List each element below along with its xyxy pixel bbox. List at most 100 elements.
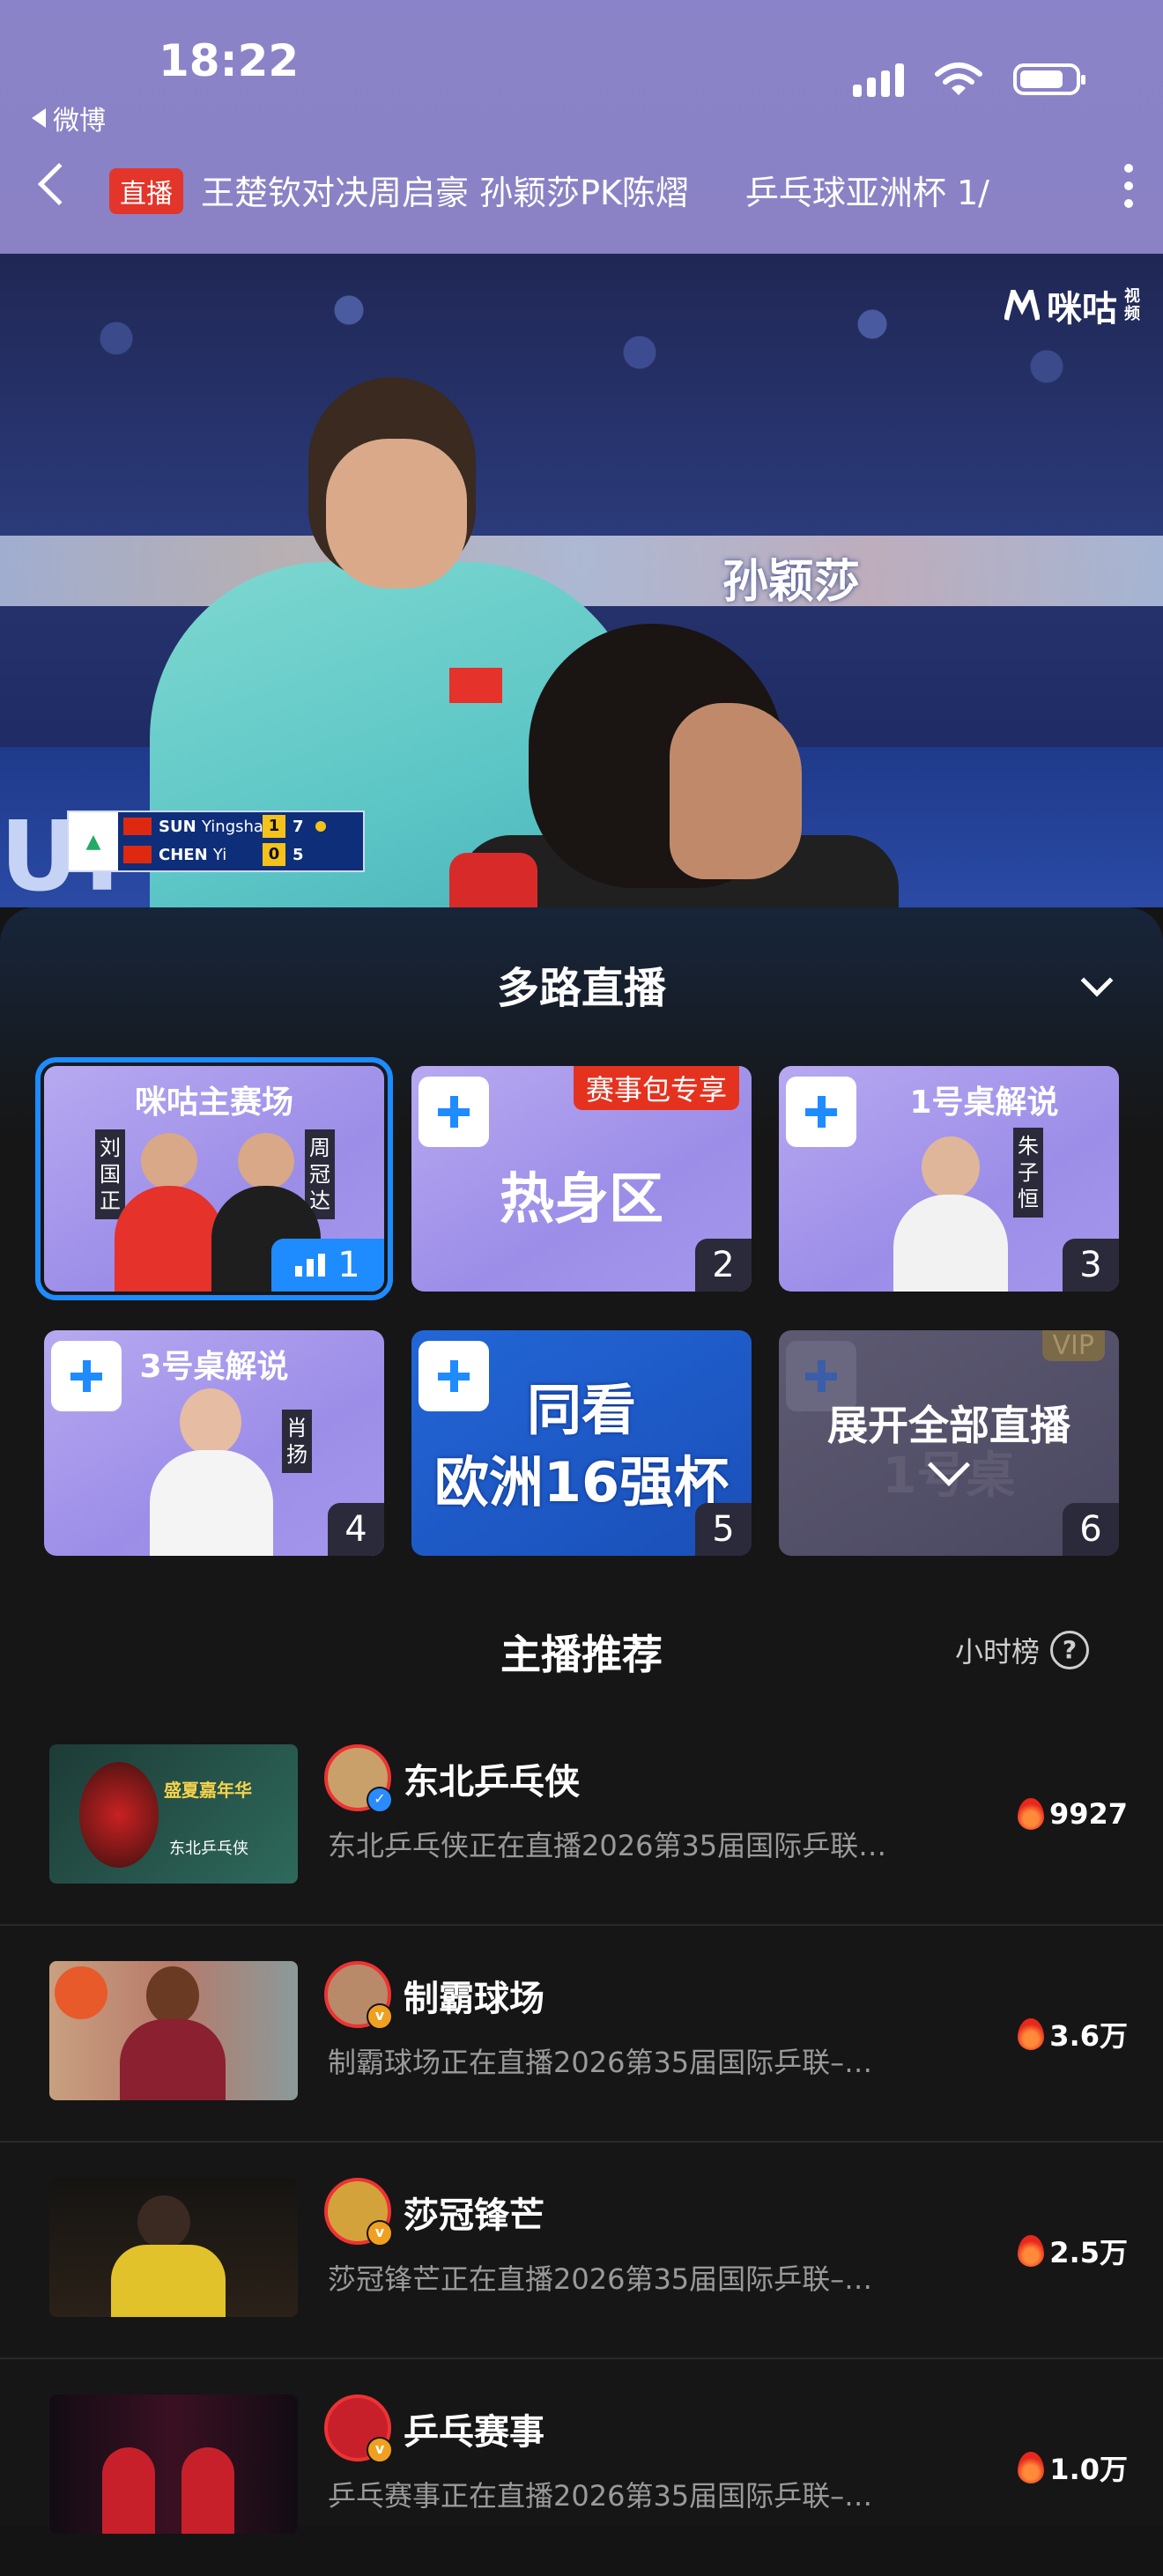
player-surname: SUN: [159, 817, 196, 836]
title-next-text: 乒乓球亚洲杯 1/: [744, 174, 989, 212]
card-title: 同看 欧洲16强杯: [411, 1374, 752, 1519]
channel-number: 6: [1063, 1503, 1119, 1556]
hourly-rank-link[interactable]: 小时榜 ?: [955, 1630, 1090, 1670]
live-channel-card-3[interactable]: 1号桌解说 朱子恒 3: [779, 1066, 1119, 1292]
cellular-signal-icon: [853, 62, 904, 97]
flame-icon: [1018, 2235, 1045, 2267]
thumbnail-subtitle: 东北乒乓侠: [169, 1839, 248, 1858]
scoreboard-row: CHEN Yi 0 5: [118, 840, 363, 869]
expand-all-live-card[interactable]: VIP 1号桌 展开全部直播 6: [779, 1330, 1119, 1556]
stream-thumbnail: [49, 2178, 298, 2317]
china-flag-icon: [123, 818, 152, 835]
sheet-title: 多路直播: [496, 964, 666, 1013]
flame-icon: [1018, 2452, 1045, 2483]
verified-badge-icon: ✓: [367, 1787, 393, 1813]
stream-description: 莎冠锋芒正在直播2026第35届国际乒联–…: [328, 2262, 873, 2296]
avatar: v: [324, 2178, 393, 2247]
commentator-name: 朱子恒: [1013, 1128, 1043, 1218]
heat-value: 2.5万: [1049, 2236, 1128, 2269]
back-to-app-link[interactable]: 微博: [32, 99, 106, 137]
add-plus-icon[interactable]: [419, 1077, 489, 1147]
watermark-text: 咪咕: [1047, 289, 1117, 329]
points: 7: [293, 817, 304, 836]
help-icon[interactable]: ?: [1050, 1631, 1090, 1669]
fan-banner-text: 孙颖莎: [722, 556, 861, 609]
heat-value: 9927: [1048, 1797, 1128, 1831]
channel-number: 2: [695, 1239, 752, 1292]
v-badge-icon: v: [367, 2003, 393, 2030]
heat-count: 9927: [1017, 1797, 1128, 1831]
thumbnail-title: 盛夏嘉年华: [164, 1780, 252, 1801]
stream-description: 制霸球场正在直播2026第35届国际乒联–…: [328, 2046, 873, 2079]
serve-indicator-icon: [315, 821, 326, 832]
flame-icon: [1018, 2018, 1045, 2050]
v-badge-icon: v: [367, 2437, 393, 2463]
playing-bars-icon: [295, 1254, 326, 1277]
live-channel-card-1[interactable]: 咪咕主赛场 刘国正 周冠达 1: [35, 1057, 393, 1300]
wifi-icon: [935, 63, 982, 95]
back-app-label: 微博: [53, 106, 106, 137]
stream-thumbnail: 盛夏嘉年华 东北乒乓侠: [49, 1744, 298, 1884]
scoreboard-row: SUN Yingsha 1 7: [118, 812, 363, 840]
card-title: 热身区: [499, 1166, 663, 1231]
games-won: 1: [263, 815, 285, 838]
commentator-photo: [893, 1136, 1008, 1292]
commentator-photo: [150, 1388, 273, 1556]
more-options-icon[interactable]: [1124, 164, 1133, 208]
heat-value: 3.6万: [1049, 2019, 1128, 2053]
heat-value: 1.0万: [1049, 2453, 1128, 2486]
streamer-list-item[interactable]: v 莎冠锋芒 莎冠锋芒正在直播2026第35届国际乒联–… 2.5万: [0, 2143, 1163, 2359]
avatar: v: [324, 2395, 393, 2463]
live-badge: 直播: [109, 168, 183, 214]
live-channel-card-5[interactable]: 同看 欧洲16强杯 5: [411, 1330, 752, 1556]
status-time: 18:22: [159, 35, 300, 86]
player-surname: CHEN: [159, 845, 208, 864]
card-label: 3号桌解说: [139, 1349, 289, 1385]
live-channel-card-2[interactable]: 赛事包专享 热身区 2: [411, 1066, 752, 1292]
streamer-list-item[interactable]: 盛夏嘉年华 东北乒乓侠 ✓ 东北乒乓侠 东北乒乓侠正在直播2026第35届国际乒…: [0, 1709, 1163, 1926]
battery-icon: [1013, 63, 1085, 95]
tournament-logo-icon: ▲: [69, 812, 118, 870]
streamer-list-item[interactable]: v 乒乓赛事 乒乓赛事正在直播2026第35届国际乒联–… 1.0万: [0, 2359, 1163, 2576]
streamer-name: 制霸球场: [404, 1979, 544, 2019]
title-text: 王楚钦对决周启豪 孙颖莎PK陈熠: [201, 174, 689, 212]
page-title: 王楚钦对决周启豪 孙颖莎PK陈熠 乒乓球亚洲杯 1/: [201, 166, 1056, 214]
china-flag-icon: [123, 846, 152, 863]
live-video-player[interactable]: 孙颖莎 UP BY WINDO 咪咕 视频 ▲ SUN Yingsha 1 7 …: [0, 254, 1163, 907]
migu-watermark: 咪咕 视频: [1004, 280, 1142, 331]
status-icons: [853, 62, 1085, 97]
streamer-name: 乒乓赛事: [404, 2412, 544, 2453]
migu-logo-icon: [1004, 290, 1040, 321]
live-channel-card-4[interactable]: 3号桌解说 肖扬 4: [44, 1330, 384, 1556]
stream-thumbnail: [49, 1961, 298, 2100]
exclusive-tag: 赛事包专享: [573, 1066, 739, 1110]
card-label: 1号桌解说: [909, 1084, 1059, 1121]
card-label: 咪咕主赛场: [134, 1084, 293, 1121]
nav-back-icon[interactable]: [37, 162, 81, 206]
channel-number-text: 1: [337, 1245, 360, 1285]
player-given: Yi: [212, 845, 227, 864]
card-title-line1: 同看: [526, 1378, 636, 1442]
scoreboard: ▲ SUN Yingsha 1 7 CHEN Yi 0 5: [67, 811, 365, 872]
watermark-small-text: 视频: [1124, 287, 1140, 323]
streamer-name: 东北乒乓侠: [404, 1762, 580, 1802]
channel-number: 4: [328, 1503, 384, 1556]
streamer-name: 莎冠锋芒: [404, 2195, 544, 2236]
streamer-list-item[interactable]: v 制霸球场 制霸球场正在直播2026第35届国际乒联–… 3.6万: [0, 1926, 1163, 2143]
vip-tag: VIP: [1041, 1330, 1105, 1361]
points: 5: [293, 845, 304, 864]
back-triangle-icon: [32, 108, 46, 128]
multi-live-sheet: 多路直播 咪咕主赛场 刘国正 周冠达 1 赛事包专享 热身区 2 1号桌解说 朱…: [0, 907, 1163, 2534]
channel-number: 5: [695, 1503, 752, 1556]
player-given: Yingsha: [201, 817, 263, 836]
channel-number: 3: [1063, 1239, 1119, 1292]
top-bar: 18:22 微博 直播 王楚钦对决周启豪 孙颖莎PK陈熠 乒乓球亚洲杯 1/: [0, 0, 1163, 254]
heat-count: 2.5万: [1018, 2231, 1128, 2271]
channel-number: 1: [271, 1239, 384, 1292]
avatar: v: [324, 1961, 393, 2030]
stream-description: 乒乓赛事正在直播2026第35届国际乒联–…: [328, 2479, 873, 2513]
avatar: ✓: [324, 1744, 393, 1813]
games-won: 0: [263, 843, 285, 866]
stream-thumbnail: [49, 2395, 298, 2534]
flame-icon: [1017, 1798, 1044, 1830]
